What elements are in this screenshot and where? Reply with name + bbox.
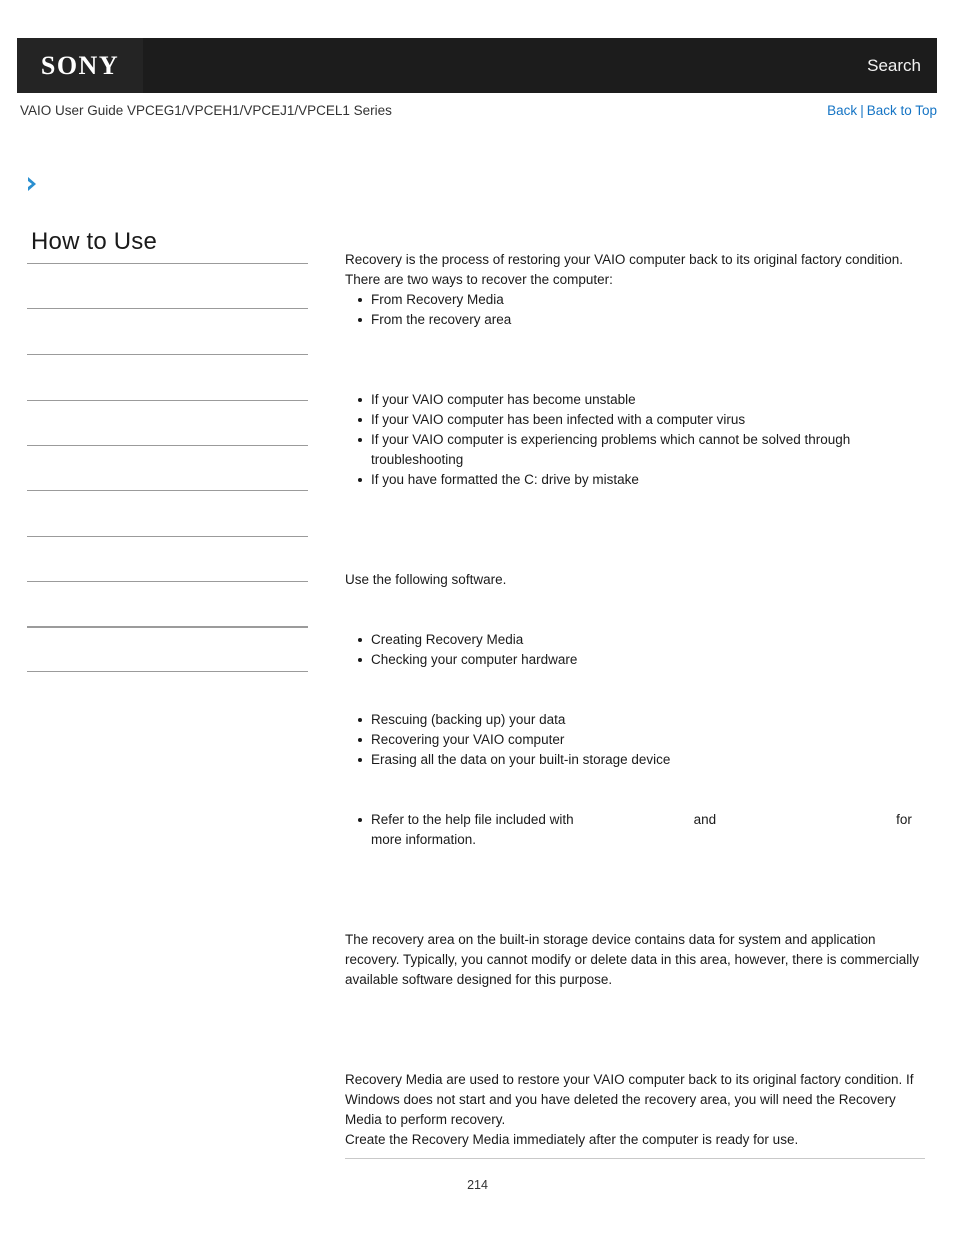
software-group2-title: [345, 690, 925, 710]
sidebar-item-6[interactable]: [27, 490, 308, 536]
sidebar-item-9[interactable]: [27, 626, 308, 671]
back-to-top-link[interactable]: Back to Top: [867, 103, 937, 118]
sidebar-item-4[interactable]: [27, 400, 308, 445]
list-item: If your VAIO computer is experiencing pr…: [358, 430, 925, 470]
subheader: VAIO User Guide VPCEG1/VPCEH1/VPCEJ1/VPC…: [20, 103, 937, 125]
site-header: SONY Search: [17, 38, 937, 93]
footer-divider: [345, 1158, 925, 1159]
sidebar-item-1[interactable]: [27, 263, 308, 308]
sidebar-heading: How to Use: [31, 228, 158, 255]
recovery-media-title: [345, 1050, 925, 1070]
software-note-list: Refer to the help file included with and f…: [345, 810, 925, 850]
list-item: Recovering your VAIO computer: [358, 730, 925, 750]
software-note-title: [345, 790, 925, 810]
list-item: Erasing all the data on your built-in st…: [358, 750, 925, 770]
software-section-title: [345, 550, 925, 570]
software-lead: Use the following software.: [345, 572, 507, 587]
intro-paragraph: Recovery is the process of restoring you…: [345, 252, 903, 267]
list-item: If your VAIO computer has become unstabl…: [358, 390, 925, 410]
sidebar-item-2[interactable]: [27, 308, 308, 354]
list-item: Checking your computer hardware: [358, 650, 925, 670]
sony-logo-text: SONY: [40, 50, 120, 80]
page-number: 214: [467, 1178, 488, 1192]
note-prefix: Refer to the help file included with: [371, 812, 574, 827]
sony-logo[interactable]: SONY: [17, 38, 143, 93]
search-button[interactable]: Search: [867, 38, 921, 93]
list-item: If your VAIO computer has been infected …: [358, 410, 925, 430]
list-item: Creating Recovery Media: [358, 630, 925, 650]
software-group2-list: Rescuing (backing up) your data Recoveri…: [345, 710, 925, 770]
sidebar-item-10[interactable]: [27, 671, 308, 693]
sidebar: How to Use: [27, 228, 308, 693]
sidebar-item-7[interactable]: [27, 536, 308, 581]
guide-title: VAIO User Guide VPCEG1/VPCEH1/VPCEJ1/VPC…: [20, 103, 392, 118]
back-link[interactable]: Back: [827, 103, 857, 118]
software-group1-title: [345, 610, 925, 630]
list-item: If you have formatted the C: drive by mi…: [358, 470, 925, 490]
sidebar-item-5[interactable]: [27, 445, 308, 490]
breadcrumb: [26, 172, 46, 196]
chevron-right-icon[interactable]: [26, 175, 40, 193]
list-item: From the recovery area: [358, 310, 925, 330]
when-bullet-list: If your VAIO computer has become unstabl…: [345, 390, 925, 490]
when-section-title: [345, 370, 925, 390]
link-separator: |: [860, 103, 864, 118]
sidebar-item-8[interactable]: [27, 581, 308, 626]
recovery-media-note: Create the Recovery Media immediately af…: [345, 1132, 799, 1147]
list-item: From Recovery Media: [358, 290, 925, 310]
intro-ways-line: There are two ways to recover the comput…: [345, 272, 613, 287]
recovery-area-paragraph: The recovery area on the built-in storag…: [345, 932, 920, 987]
main-content: Recovery is the process of restoring you…: [345, 250, 925, 1150]
recovery-area-title: [345, 910, 925, 930]
list-item: Refer to the help file included with and f…: [358, 810, 925, 850]
sidebar-item-3[interactable]: [27, 354, 308, 400]
list-item: Rescuing (backing up) your data: [358, 710, 925, 730]
note-conjunction: and: [693, 812, 717, 827]
software-group1-list: Creating Recovery Media Checking your co…: [345, 630, 925, 670]
header-nav-links: Back | Back to Top: [827, 103, 937, 118]
recovery-media-paragraph: Recovery Media are used to restore your …: [345, 1072, 914, 1127]
intro-bullet-list: From Recovery Media From the recovery ar…: [345, 290, 925, 330]
